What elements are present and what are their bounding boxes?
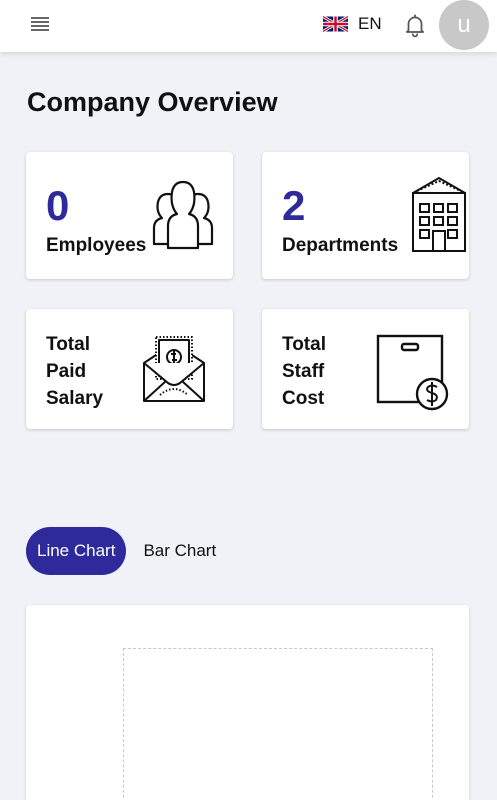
page-title: Company Overview (27, 87, 278, 117)
departments-label: Departments (282, 235, 399, 256)
chart-card (26, 605, 469, 800)
hamburger-icon[interactable] (31, 16, 51, 32)
chart-type-tabs: Line Chart Bar Chart (26, 527, 227, 575)
total-paid-salary-card[interactable]: Total Paid Salary (26, 309, 233, 429)
uk-flag-icon (323, 16, 348, 32)
language-selector[interactable]: EN (323, 13, 382, 35)
avatar-initial: u (457, 11, 471, 38)
box-dollar-icon (376, 334, 449, 411)
office-building-icon (412, 176, 466, 252)
employees-count: 0 (46, 182, 70, 229)
people-group-icon (152, 180, 214, 250)
bell-icon[interactable] (402, 12, 428, 43)
language-code: EN (358, 14, 382, 33)
tab-line-chart[interactable]: Line Chart (26, 527, 127, 575)
avatar[interactable]: u (439, 0, 489, 50)
departments-card[interactable]: 2 Departments (262, 152, 469, 279)
money-envelope-icon (143, 336, 205, 402)
chart-plot-area (123, 648, 433, 800)
tab-bar-chart[interactable]: Bar Chart (132, 527, 227, 575)
departments-count: 2 (282, 182, 306, 229)
top-app-bar: EN u (0, 0, 497, 52)
total-staff-cost-card[interactable]: Total Staff Cost (262, 309, 469, 429)
employees-card[interactable]: 0 Employees (26, 152, 233, 279)
employees-label: Employees (46, 235, 147, 256)
total-paid-salary-label: Total Paid Salary (46, 334, 104, 409)
total-staff-cost-label: Total Staff Cost (282, 334, 326, 409)
